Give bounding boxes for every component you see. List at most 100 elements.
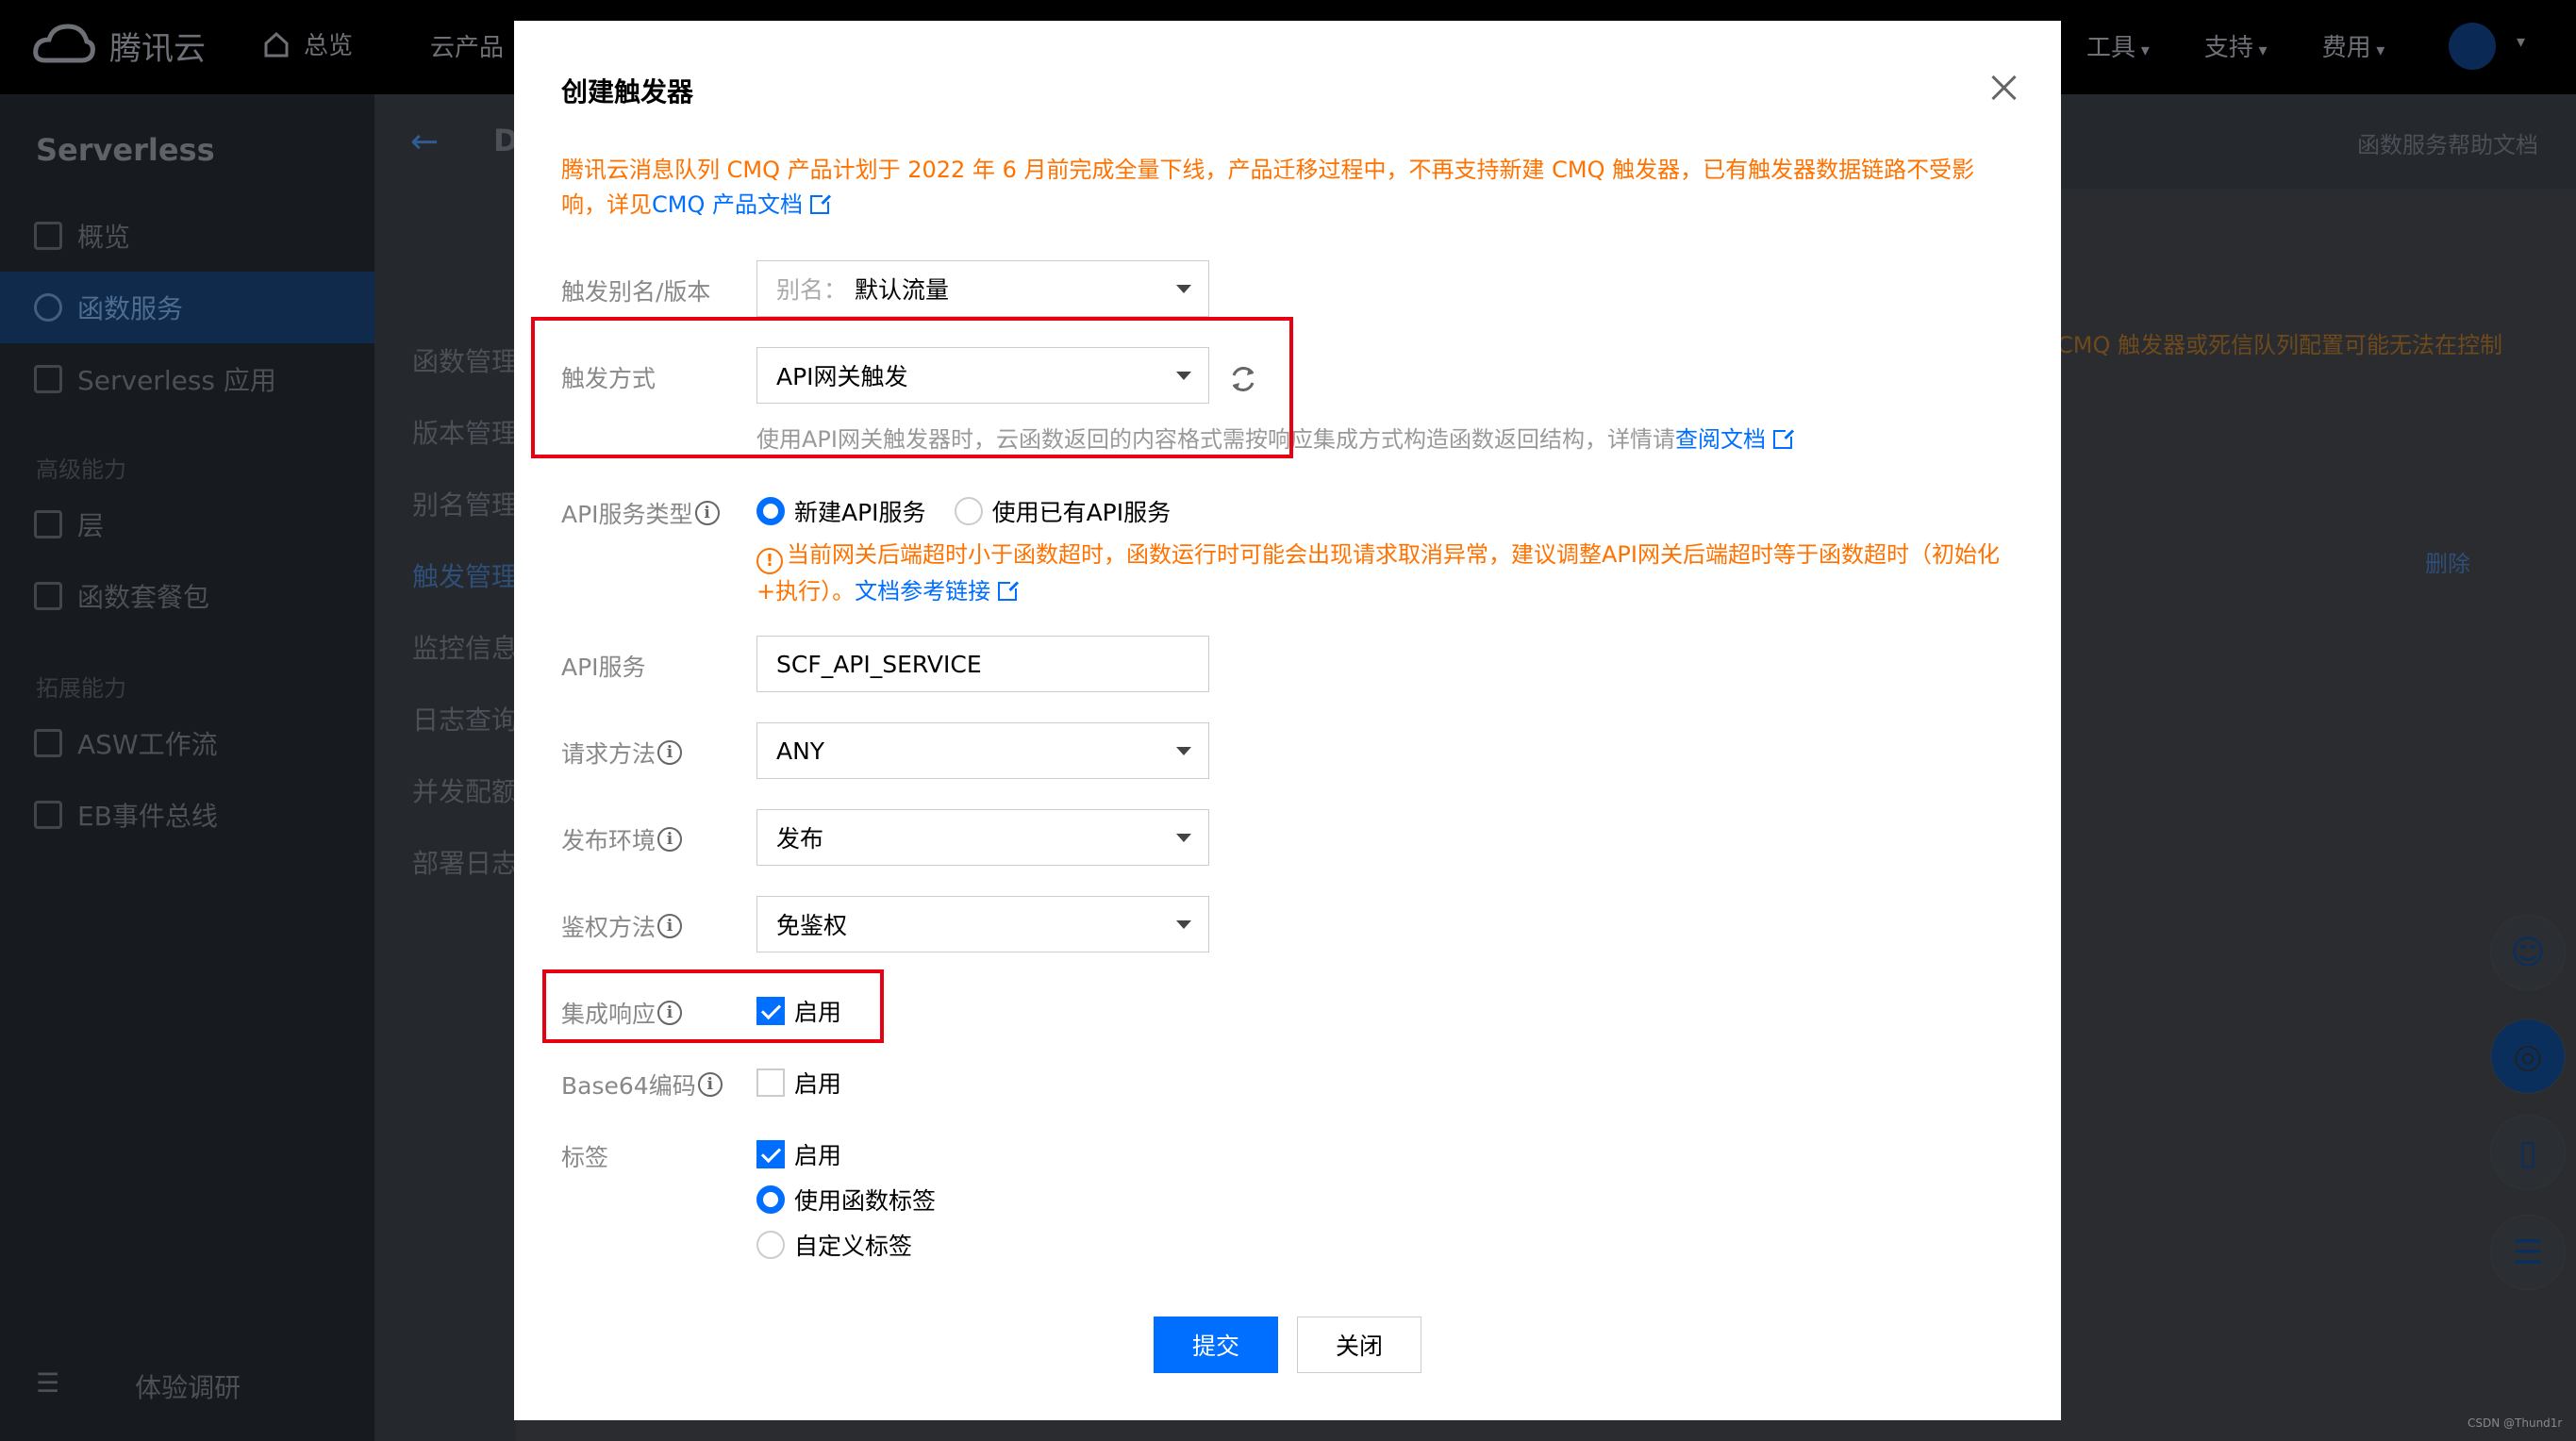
- tags-radio-custom: 自定义标签: [756, 1228, 912, 1262]
- menu-support[interactable]: 支持: [2204, 28, 2268, 63]
- subnav-item[interactable]: 并发配额: [412, 771, 518, 809]
- cmq-notice: 腾讯云消息队列 CMQ 产品计划于 2022 年 6 月前完成全量下线，产品迁移…: [561, 153, 2014, 223]
- trigger-doc-link[interactable]: 查阅文档: [1675, 426, 1766, 453]
- info-icon[interactable]: i: [657, 827, 683, 852]
- trigger-type-label: 触发方式: [561, 365, 656, 392]
- base64-label: Base64编码 i: [561, 1068, 723, 1101]
- env-select[interactable]: 发布: [756, 809, 1209, 866]
- alias-prefix: 别名：: [776, 276, 848, 304]
- background-warning-text: CMQ 触发器或死信队列配置可能无法在控制: [2057, 332, 2502, 358]
- headset-support-icon[interactable]: ◎: [2490, 1019, 2566, 1094]
- function-subnav: 函数管理 版本管理 别名管理 触发管理 监控信息 日志查询 并发配额 部署日志: [374, 189, 518, 1441]
- timeout-warning: ! 当前网关后端超时小于函数超时，函数运行时可能会出现请求取消异常，建议调整API…: [756, 538, 2011, 608]
- base64-checkbox-label: 启用: [794, 1070, 842, 1098]
- grid-icon: [34, 222, 62, 250]
- radio-new-service[interactable]: [756, 497, 785, 525]
- alias-value: 默认流量: [855, 276, 950, 304]
- sidebar-footer: ☰ 体验调研: [36, 1367, 241, 1405]
- tags-label: 标签: [561, 1144, 609, 1171]
- sidebar-title: Serverless: [36, 132, 215, 168]
- function-icon: [34, 293, 62, 322]
- user-avatar[interactable]: [2449, 23, 2496, 70]
- method-label: 请求方法 i: [561, 736, 683, 770]
- subnav-item[interactable]: 触发管理: [412, 556, 518, 594]
- sidebar-item-layers[interactable]: 层: [0, 489, 374, 560]
- trigger-type-value: API网关触发: [776, 363, 908, 390]
- smile-feedback-icon[interactable]: ☺: [2490, 915, 2566, 990]
- external-link-icon: [1772, 427, 1795, 449]
- refresh-icon[interactable]: [1226, 362, 1260, 396]
- feedback-link[interactable]: 体验调研: [135, 1367, 241, 1405]
- base64-checkbox[interactable]: [756, 1068, 785, 1097]
- alias-select[interactable]: 别名： 默认流量: [756, 260, 1209, 317]
- help-doc-link[interactable]: 函数服务帮助文档: [2357, 126, 2538, 159]
- info-icon[interactable]: i: [657, 1001, 683, 1025]
- close-icon[interactable]: [1986, 70, 2023, 108]
- radio-existing-service[interactable]: [954, 497, 983, 525]
- radio-function-tags[interactable]: [756, 1185, 785, 1214]
- menu-billing[interactable]: 费用: [2322, 28, 2385, 63]
- radio-function-tags-label: 使用函数标签: [794, 1187, 937, 1215]
- service-type-radio-group: 新建API服务 使用已有API服务: [756, 494, 1171, 528]
- sidebar-item-label: 概览: [77, 222, 131, 253]
- chevron-down-icon: [1176, 285, 1191, 293]
- info-icon[interactable]: i: [657, 914, 683, 938]
- nav-products[interactable]: 云产品: [430, 28, 504, 63]
- sidebar-item-functions[interactable]: 函数服务: [0, 272, 374, 343]
- subnav-item[interactable]: 别名管理: [412, 485, 518, 522]
- package-icon: [34, 582, 62, 610]
- trigger-hint: 使用API网关触发器时，云函数返回的内容格式需按响应集成方式构造函数返回结构，详…: [756, 421, 1795, 454]
- sidebar-item-label: Serverless 应用: [77, 365, 276, 396]
- section-advanced: 高级能力: [36, 456, 126, 483]
- api-service-input[interactable]: SCF_API_SERVICE: [756, 636, 1209, 692]
- subnav-item[interactable]: 函数管理: [412, 341, 518, 379]
- tags-radio-function: 使用函数标签: [756, 1183, 936, 1217]
- sidebar-item-serverless-apps[interactable]: Serverless 应用: [0, 343, 374, 415]
- delete-link[interactable]: 删除: [2425, 545, 2470, 578]
- auth-value: 免鉴权: [776, 912, 848, 939]
- back-arrow-icon[interactable]: ←: [410, 123, 439, 161]
- info-icon[interactable]: i: [657, 740, 683, 765]
- env-label-text: 发布环境: [561, 827, 656, 854]
- book-docs-icon[interactable]: ▯: [2490, 1115, 2566, 1190]
- sidebar-item-label: 函数套餐包: [77, 582, 210, 613]
- tags-checkbox[interactable]: [756, 1140, 785, 1168]
- menu-collapse-icon[interactable]: ☰: [36, 1367, 59, 1405]
- sidebar-item-eventbridge[interactable]: EB事件总线: [0, 779, 374, 851]
- warning-icon: !: [756, 548, 783, 574]
- info-icon[interactable]: i: [697, 1072, 723, 1097]
- tags-checkbox-label: 启用: [794, 1142, 842, 1169]
- auth-label: 鉴权方法 i: [561, 909, 683, 943]
- chevron-down-icon[interactable]: ▾: [2517, 32, 2525, 52]
- subnav-item[interactable]: 日志查询: [412, 700, 518, 737]
- list-menu-icon[interactable]: ☰: [2490, 1215, 2566, 1290]
- chevron-down-icon: [1176, 747, 1191, 755]
- cmq-doc-link[interactable]: CMQ 产品文档: [652, 191, 803, 218]
- external-link-icon: [809, 192, 832, 214]
- close-button[interactable]: 关闭: [1297, 1317, 1421, 1373]
- sidebar-item-overview[interactable]: 概览: [0, 200, 374, 272]
- menu-tools[interactable]: 工具: [2086, 28, 2150, 63]
- auth-select[interactable]: 免鉴权: [756, 896, 1209, 952]
- sidebar-item-packages[interactable]: 函数套餐包: [0, 560, 374, 632]
- nav-home[interactable]: 总览: [262, 26, 353, 61]
- method-select[interactable]: ANY: [756, 722, 1209, 779]
- submit-button[interactable]: 提交: [1154, 1317, 1278, 1373]
- section-extend: 拓展能力: [36, 675, 126, 702]
- chevron-down-icon: [1176, 834, 1191, 842]
- sidebar-item-asw[interactable]: ASW工作流: [0, 707, 374, 779]
- trigger-type-select[interactable]: API网关触发: [756, 347, 1209, 404]
- info-icon[interactable]: i: [694, 501, 720, 525]
- radio-custom-tags[interactable]: [756, 1231, 785, 1259]
- service-type-label: API服务类型 i: [561, 496, 720, 530]
- tags-checkbox-row: 启用: [756, 1137, 841, 1171]
- integration-label: 集成响应 i: [561, 996, 683, 1030]
- integration-checkbox[interactable]: [756, 997, 785, 1025]
- subnav-item[interactable]: 部署日志: [412, 843, 518, 881]
- create-trigger-dialog: 创建触发器 腾讯云消息队列 CMQ 产品计划于 2022 年 6 月前完成全量下…: [514, 21, 2061, 1420]
- subnav-item[interactable]: 监控信息: [412, 628, 518, 666]
- cloud-logo-icon: [33, 24, 95, 63]
- warning-doc-link[interactable]: 文档参考链接: [855, 578, 990, 605]
- subnav-item[interactable]: 版本管理: [412, 413, 518, 451]
- tencent-cloud-logo[interactable]: 腾讯云: [32, 21, 206, 70]
